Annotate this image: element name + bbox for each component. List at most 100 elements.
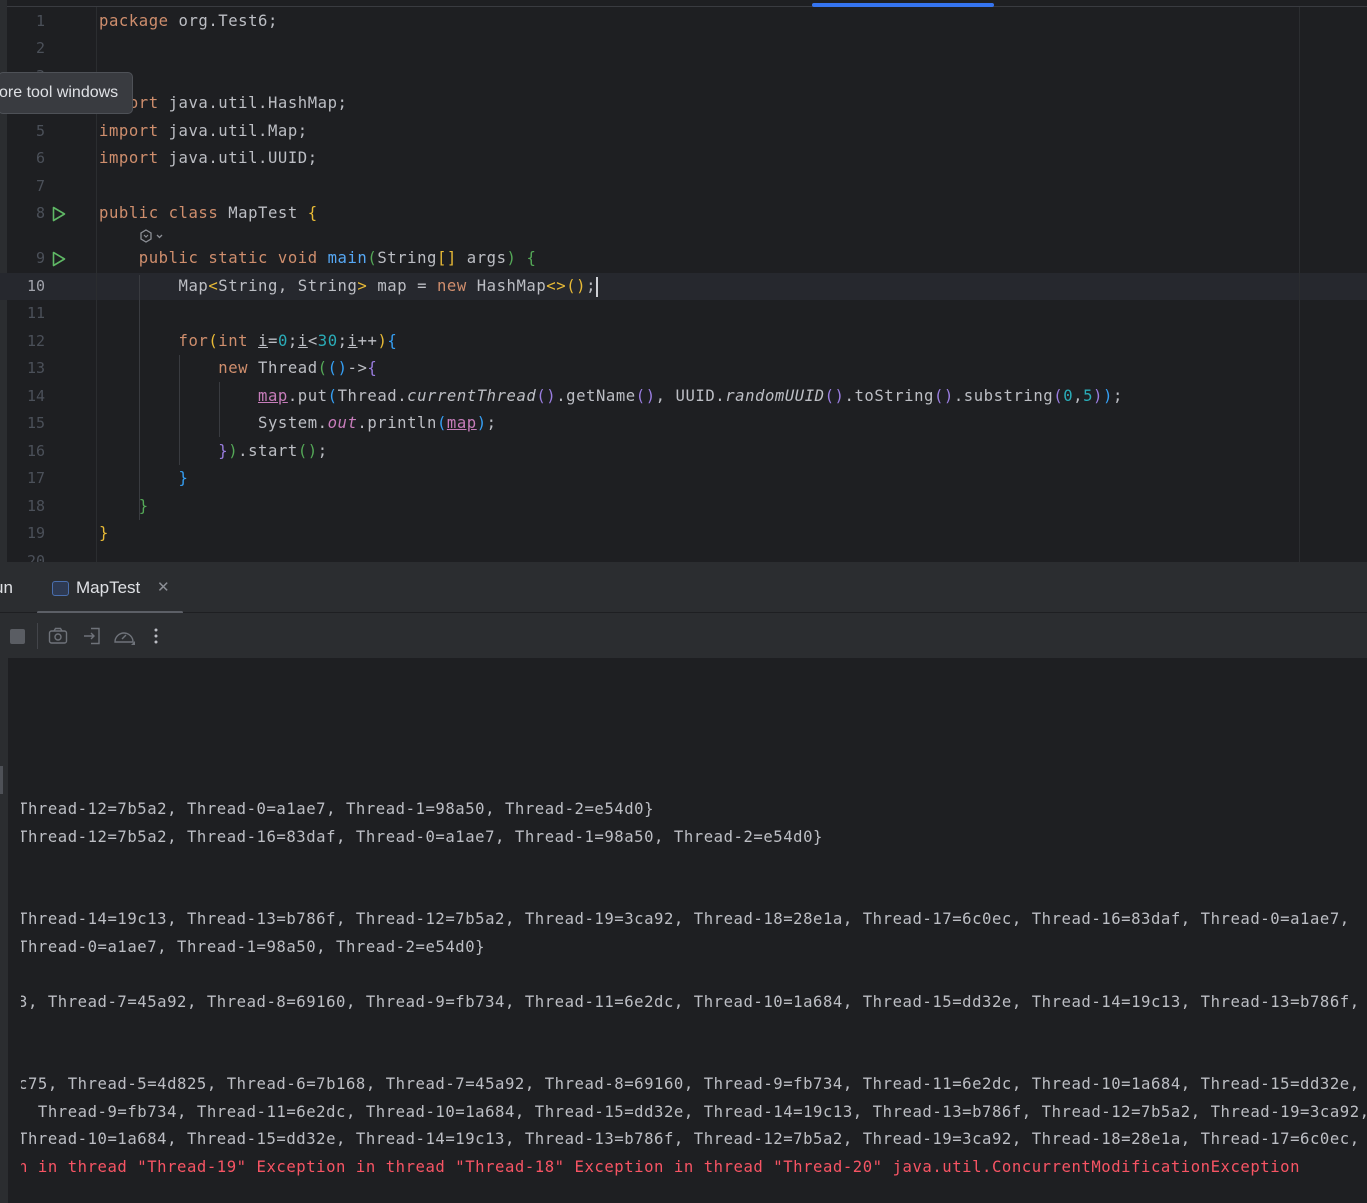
- run-tool-window-header: un MapTest ✕: [0, 562, 1367, 614]
- code-token: randomUUID: [725, 387, 825, 405]
- code-text: package org.Test6;: [99, 8, 278, 35]
- code-editor[interactable]: 1 package org.Test6; 2 34import java.util.H…: [0, 0, 1367, 562]
- code-line[interactable]: 3: [0, 63, 1367, 90]
- line-number: 6: [35, 149, 45, 167]
- code-line[interactable]: 9 public static void main(String[] args)…: [0, 245, 1367, 272]
- code-token: {: [526, 249, 537, 267]
- more-options-button[interactable]: [145, 625, 167, 647]
- code-token: java.util.HashMap;: [168, 94, 348, 112]
- code-token: .getName: [556, 387, 636, 405]
- code-line[interactable]: 4import java.util.HashMap;: [0, 90, 1367, 117]
- code-token: (: [317, 359, 328, 377]
- code-line[interactable]: 11: [0, 300, 1367, 327]
- code-token: map: [258, 387, 288, 405]
- gauge-icon: [114, 632, 135, 645]
- line-number: 15: [26, 414, 45, 432]
- code-token: map: [446, 414, 477, 432]
- code-token: java.util.UUID;: [168, 149, 318, 167]
- indent-guide: [179, 355, 180, 465]
- code-token: ;: [287, 332, 298, 350]
- restore-layout-button[interactable]: [81, 625, 103, 647]
- code-token: ): [506, 249, 517, 267]
- code-token: public class: [99, 204, 229, 222]
- text-caret: [596, 276, 599, 297]
- code-line[interactable]: 10 Map<String, String> map = new HashMap…: [0, 273, 1367, 300]
- code-line[interactable]: 18 }: [0, 493, 1367, 520]
- console-line: Thread-12=7b5a2, Thread-16=83daf, Thread…: [21, 827, 823, 846]
- code-token: (: [327, 387, 338, 405]
- run-gutter-icon[interactable]: [51, 206, 67, 222]
- line-number: 5: [35, 122, 45, 140]
- console-line: Thread-12=7b5a2, Thread-0=a1ae7, Thread-…: [21, 800, 655, 818]
- code-text: public static void main(String[] args) {: [99, 245, 536, 272]
- code-token: Map: [99, 277, 209, 295]
- code-token: ;: [1112, 387, 1123, 405]
- code-token: main: [327, 249, 368, 267]
- code-token: String, String: [218, 277, 358, 295]
- code-token: 0: [1063, 387, 1074, 405]
- active-tab-indicator: [812, 3, 994, 7]
- more-tool-windows-tooltip: ore tool windows: [0, 72, 134, 114]
- screenshot-button[interactable]: [47, 625, 69, 647]
- code-token: =: [268, 332, 278, 350]
- code-token: ;: [486, 414, 497, 432]
- code-token: Thread.: [337, 387, 408, 405]
- line-number: 10: [26, 277, 45, 295]
- code-line[interactable]: 16 }).start();: [0, 438, 1367, 465]
- code-line[interactable]: 13 new Thread(()->{: [0, 355, 1367, 382]
- code-line[interactable]: 1 package org.Test6;: [0, 8, 1367, 35]
- console-line: Thread-14=19c13, Thread-13=b786f, Thread…: [21, 910, 1350, 928]
- code-token: ): [1103, 387, 1113, 405]
- run-gutter-icon[interactable]: [51, 251, 67, 267]
- code-line[interactable]: 6 import java.util.UUID;: [0, 145, 1367, 172]
- indent-guide: [139, 275, 140, 520]
- code-line[interactable]: 8 public class MapTest {: [0, 200, 1367, 227]
- code-token: System.: [99, 414, 328, 432]
- code-line[interactable]: 12 for(int i=0;i<30;i++){: [0, 328, 1367, 355]
- code-line[interactable]: 7: [0, 173, 1367, 200]
- line-number: 9: [35, 249, 45, 267]
- line-number: 16: [26, 442, 45, 460]
- stop-icon: [9, 628, 25, 644]
- code-token: map =: [367, 277, 437, 295]
- console-line: Thread-9=fb734, Thread-11=6e2dc, Thread-…: [21, 1102, 1367, 1121]
- console-output[interactable]: Thread-12=7b5a2, Thread-0=a1ae7, Thread-…: [0, 658, 1367, 1203]
- more-vertical-icon: [154, 628, 158, 644]
- close-tab-icon[interactable]: ✕: [157, 578, 170, 596]
- indent-guide: [219, 382, 220, 437]
- code-line[interactable]: 5 import java.util.Map;: [0, 118, 1367, 145]
- line-number: 13: [26, 359, 45, 377]
- tab-maptest[interactable]: MapTest ✕: [37, 562, 183, 614]
- code-line[interactable]: 17 }: [0, 465, 1367, 492]
- code-line[interactable]: 15 System.out.println(map);: [0, 410, 1367, 437]
- code-token: ): [1093, 387, 1103, 405]
- code-line[interactable]: 14 map.put(Thread.currentThread().getNam…: [0, 383, 1367, 410]
- code-token: ,: [1073, 387, 1084, 405]
- ai-assistant-hint-icon[interactable]: [139, 228, 165, 248]
- code-token: String: [377, 249, 437, 267]
- code-line[interactable]: 19}: [0, 520, 1367, 547]
- line-number: 18: [26, 497, 45, 515]
- code-token: 0: [277, 332, 288, 350]
- code-token: args: [456, 249, 507, 267]
- code-text: }: [99, 493, 149, 520]
- code-token: (): [297, 442, 318, 460]
- code-token: Thread: [258, 359, 318, 377]
- code-text: }: [99, 465, 188, 492]
- editor-tab-divider: [0, 6, 1367, 7]
- stop-button[interactable]: [6, 625, 28, 647]
- console-line: Thread-10=1a684, Thread-15=dd32e, Thread…: [21, 1130, 1360, 1148]
- code-token: (): [566, 277, 587, 295]
- tab-label: MapTest: [76, 578, 141, 597]
- code-token: new: [218, 359, 259, 377]
- code-token: 30: [317, 332, 338, 350]
- profiler-button[interactable]: [113, 625, 135, 647]
- code-token: ): [476, 414, 487, 432]
- toolbar-separator: [37, 623, 38, 649]
- code-token: java.util.Map;: [168, 122, 308, 140]
- code-token: for: [178, 332, 209, 350]
- code-line[interactable]: 2: [0, 35, 1367, 62]
- code-token: <>: [546, 277, 567, 295]
- code-token: (): [824, 387, 845, 405]
- code-line[interactable]: 20: [0, 548, 1367, 562]
